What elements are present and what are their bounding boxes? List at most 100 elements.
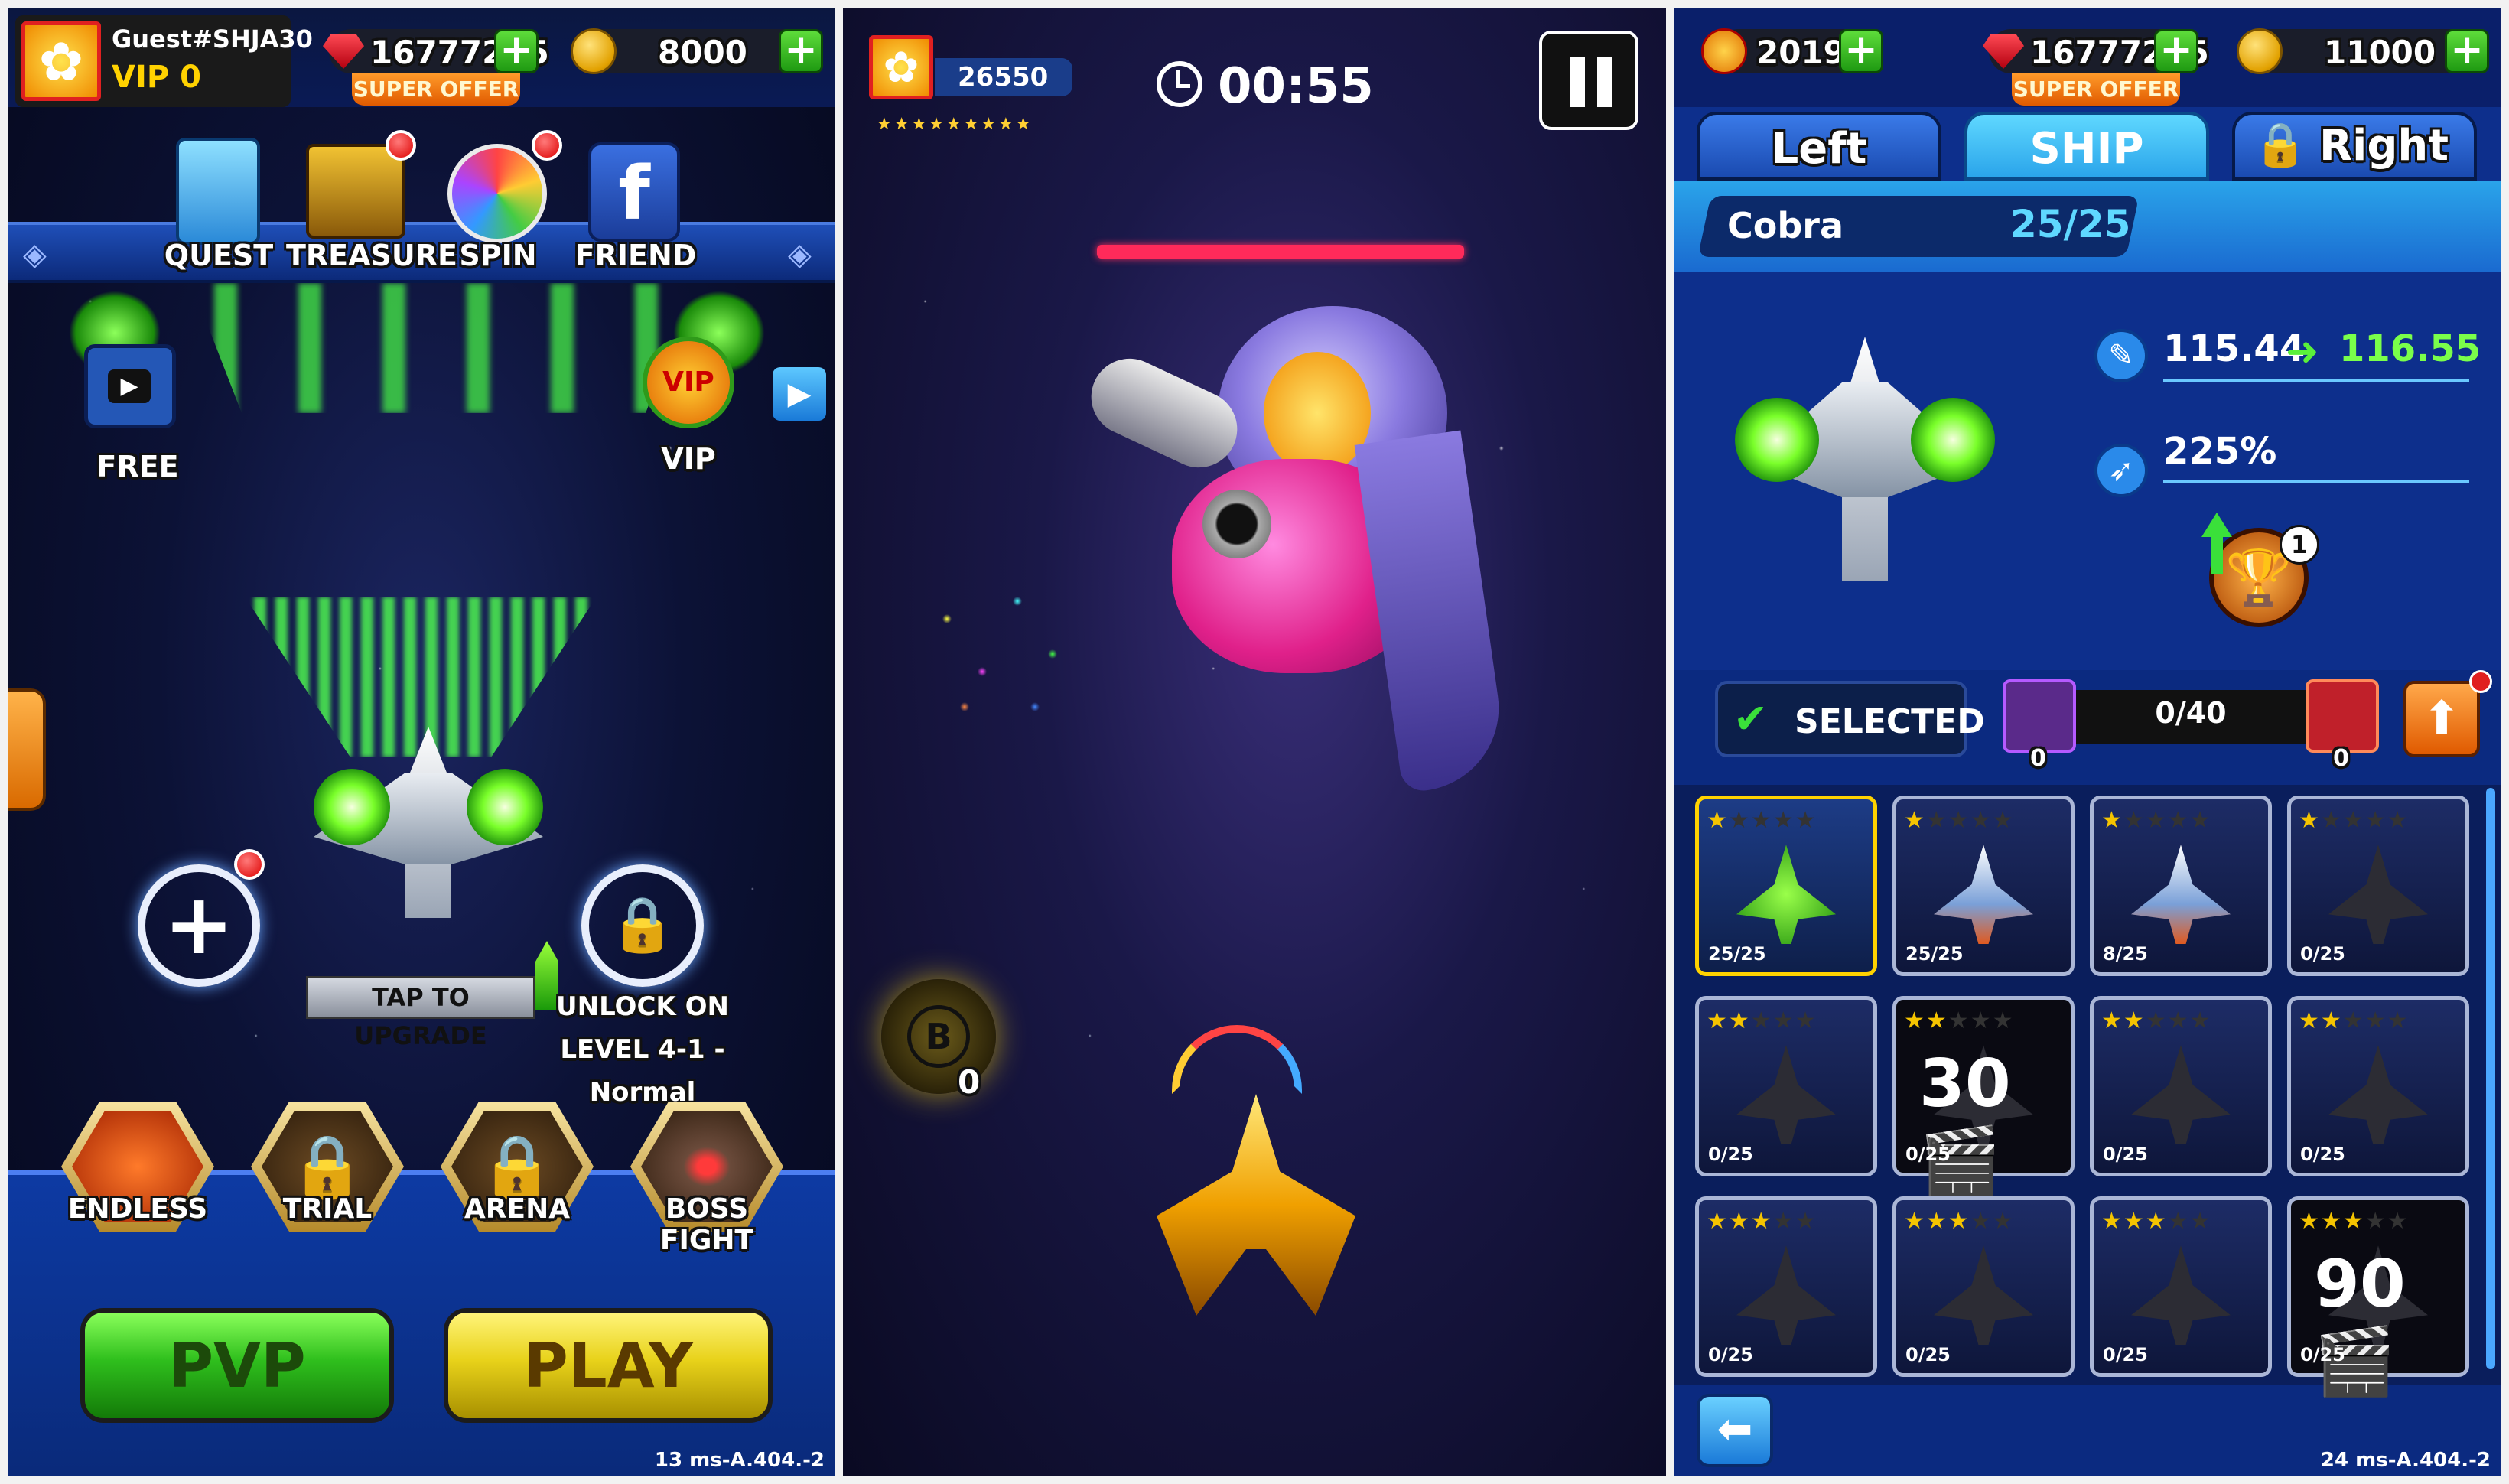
- ship-card[interactable]: ★★★★★ 0/25: [2287, 996, 2469, 1176]
- vip-badge-icon: VIP: [643, 337, 734, 428]
- coin-amount: 11000: [2324, 34, 2436, 71]
- check-icon: ✔: [1733, 695, 1769, 743]
- arena-label: ARENA: [464, 1193, 571, 1225]
- unlock-line-2: LEVEL 4-1 -: [560, 1034, 725, 1065]
- pvp-button[interactable]: PVP: [80, 1308, 394, 1423]
- ship-card-count: 0/25: [2300, 1344, 2345, 1365]
- add-coins-button[interactable]: +: [2445, 29, 2489, 73]
- coin-counter: 8000 +: [571, 28, 823, 74]
- locked-wingman-slot[interactable]: 🔒: [581, 864, 704, 987]
- star-rating: ★★★★★: [2101, 807, 2212, 834]
- spin-label: SPIN: [459, 239, 537, 272]
- gameplay-panel: ✿ 26550 ★★★★★★★★★ 00:55 B 0: [843, 8, 1666, 1476]
- quest-clipboard-icon: [176, 138, 260, 245]
- boss-fight-mode-button[interactable]: BOSS FIGHT: [630, 1102, 783, 1256]
- back-button[interactable]: ⬅: [1697, 1394, 1773, 1467]
- ship-thumbnail: [2131, 845, 2231, 945]
- clock-icon: [1157, 61, 1202, 107]
- upgrade-button[interactable]: ⬆: [2403, 681, 2480, 757]
- coin-icon: [2237, 28, 2283, 74]
- ship-card[interactable]: ★★★★★ 25/25: [1695, 796, 1877, 976]
- ship-thumbnail: [1736, 845, 1836, 945]
- ship-card[interactable]: ★★★★★ 25/25: [1892, 796, 2075, 976]
- star-rating: ★★★★★: [2299, 1007, 2410, 1034]
- tap-to-upgrade-button[interactable]: TAP TO UPGRADE: [306, 976, 535, 1050]
- ticket-icon: [2306, 679, 2379, 753]
- ship-card[interactable]: ★★★★★ 90 🎬 0/25: [2287, 1196, 2469, 1400]
- spin-wheel-icon: [447, 144, 547, 243]
- ship-thumbnail: [1934, 845, 2033, 945]
- pause-icon-bar: [1597, 57, 1612, 107]
- side-menu-tab[interactable]: [8, 688, 46, 811]
- ship-card[interactable]: ★★★★★ 30 🎬 0/25: [1892, 996, 2075, 1199]
- arena-mode-button[interactable]: 🔒 ARENA: [441, 1102, 594, 1232]
- boss-fight-label: BOSS FIGHT: [659, 1193, 754, 1256]
- version-label: 13 ms-A.404.-2: [654, 1449, 825, 1472]
- star-rating: ★★★★★: [1904, 807, 2015, 834]
- player-ship[interactable]: [314, 727, 543, 941]
- explosion-particles: [912, 566, 1088, 742]
- tab-ship[interactable]: SHIP: [1964, 112, 2209, 181]
- add-wingman-button[interactable]: +: [138, 864, 260, 987]
- ship-card[interactable]: ★★★★★ 8/25: [2090, 796, 2272, 976]
- ship-card[interactable]: ★★★★★ 0/25: [2090, 1196, 2272, 1377]
- super-offer-badge[interactable]: SUPER OFFER: [352, 73, 520, 106]
- ship-card-count: 0/25: [1905, 1344, 1951, 1365]
- avatar[interactable]: ✿: [21, 21, 101, 101]
- ship-card-count: 8/25: [2103, 943, 2148, 965]
- enemy-formation-top: [191, 283, 696, 413]
- ship-thumbnail: [2131, 1045, 2231, 1145]
- add-gems-button[interactable]: +: [2154, 29, 2198, 73]
- ship-card-count: 0/25: [1905, 1144, 1951, 1165]
- coin-counter: 11000 +: [2237, 28, 2489, 74]
- pause-icon: [1570, 57, 1585, 107]
- ship-left-orb: [1735, 398, 1819, 482]
- trial-mode-button[interactable]: 🔒 TRIAL: [251, 1102, 404, 1232]
- player-avatar: ✿: [869, 35, 933, 99]
- friend-label: FRIEND: [574, 239, 697, 272]
- medal-amount: 2019: [1756, 34, 1846, 71]
- wingman-notification-dot: [234, 849, 265, 880]
- video-ad-button[interactable]: ▶: [773, 367, 826, 421]
- ship-card[interactable]: ★★★★★ 0/25: [1695, 1196, 1877, 1377]
- play-button[interactable]: PLAY: [444, 1308, 773, 1423]
- ship-left-orb: [314, 769, 390, 845]
- tab-left[interactable]: Left: [1697, 112, 1941, 181]
- ship-right-orb: [1911, 398, 1995, 482]
- selected-button[interactable]: ✔ SELECTED: [1715, 681, 1985, 757]
- endless-mode-button[interactable]: ENDLESS: [61, 1102, 214, 1232]
- star-rating: ★★★★★: [1707, 1208, 1817, 1235]
- medal-counter: 2019 +: [1701, 28, 1883, 74]
- vip-label: VIP: [661, 442, 716, 476]
- grid-scrollbar[interactable]: [2486, 788, 2495, 1369]
- treasure-label: TREASURE: [286, 239, 457, 272]
- score-label: 26550: [935, 58, 1072, 96]
- star-rating: ★★★★★: [2101, 1007, 2212, 1034]
- progress-label: 0/40: [2155, 696, 2227, 730]
- power-icon: ✎: [2094, 329, 2148, 382]
- add-medals-button[interactable]: +: [1839, 29, 1883, 73]
- player-card[interactable]: ✿ Guest#SHJA30 VIP 0: [15, 15, 313, 107]
- ship-card[interactable]: ★★★★★ 0/25: [2090, 996, 2272, 1176]
- boss-tail: [1354, 430, 1510, 794]
- vip-level: VIP 0: [112, 60, 201, 95]
- ship-thumbnail: [1736, 1245, 1836, 1346]
- trial-label: TRIAL: [282, 1193, 373, 1225]
- add-gems-button[interactable]: +: [494, 29, 539, 73]
- ship-card[interactable]: ★★★★★ 0/25: [1892, 1196, 2075, 1377]
- star-rating: ★★★★★: [1707, 1007, 1817, 1034]
- ship-preview: [1735, 337, 1995, 589]
- coin-icon: [571, 28, 617, 74]
- star-rating: ★★★★★: [1904, 1007, 2015, 1034]
- ship-card[interactable]: ★★★★★ 0/25: [1695, 996, 1877, 1176]
- boss-health-bar: [1097, 245, 1464, 259]
- pause-button[interactable]: [1539, 31, 1638, 130]
- selected-label: SELECTED: [1795, 702, 1985, 741]
- ship-right-orb: [467, 769, 543, 845]
- shelf-left-gem-icon: ◈: [23, 237, 47, 272]
- add-coins-button[interactable]: +: [779, 29, 823, 73]
- ship-thumbnail: [2328, 1045, 2428, 1145]
- tab-right[interactable]: 🔒 Right: [2232, 112, 2477, 181]
- ship-card[interactable]: ★★★★★ 0/25: [2287, 796, 2469, 976]
- super-offer-badge[interactable]: SUPER OFFER: [2012, 73, 2180, 106]
